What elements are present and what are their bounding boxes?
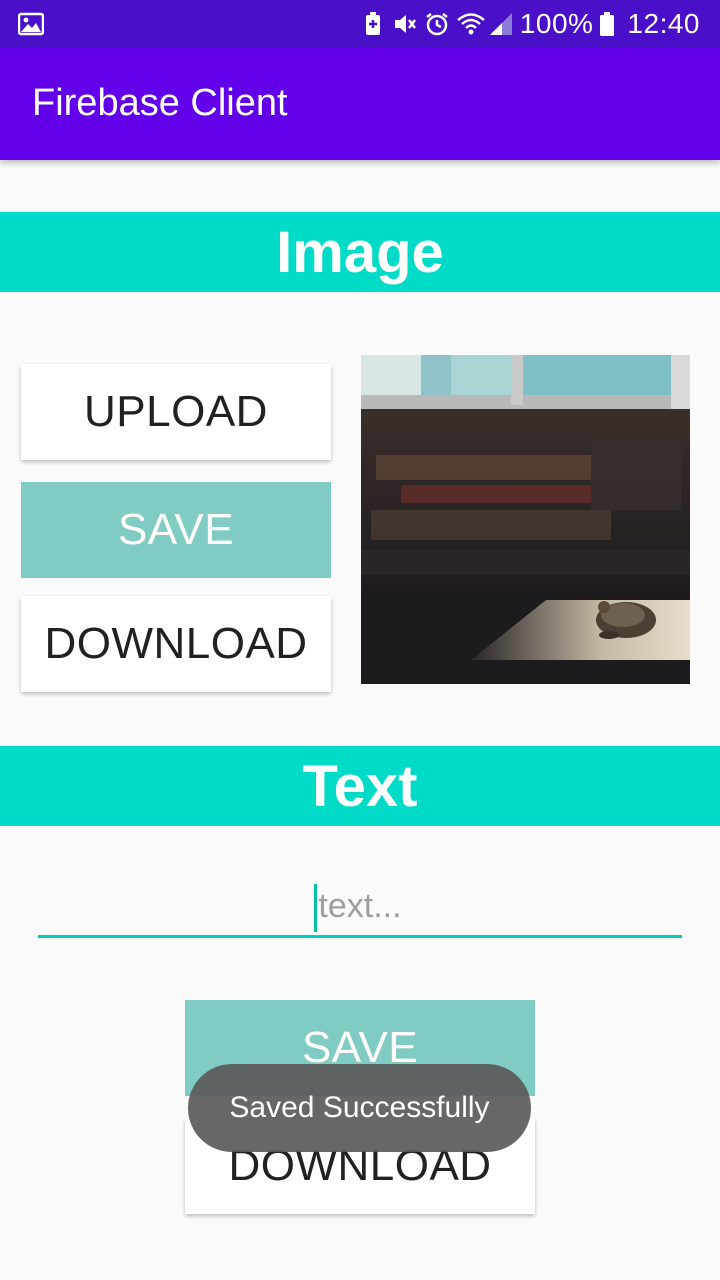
status-bar: 100% 12:40 xyxy=(0,0,720,48)
text-input[interactable] xyxy=(38,878,682,938)
app-bar: Firebase Client xyxy=(0,48,720,160)
uploaded-image-preview xyxy=(361,355,690,684)
app-title: Firebase Client xyxy=(32,82,288,124)
status-icons: 100% 12:40 xyxy=(360,0,700,48)
download-image-button[interactable]: DOWNLOAD xyxy=(21,596,331,692)
text-cursor xyxy=(314,884,317,932)
battery-icon xyxy=(599,11,615,37)
battery-percentage: 100% xyxy=(519,8,594,39)
wifi-icon xyxy=(456,11,485,37)
mute-icon xyxy=(392,11,418,37)
text-section-header: Text xyxy=(0,746,720,826)
signal-icon xyxy=(488,11,514,37)
image-section-header: Image xyxy=(0,212,720,292)
toast-message: Saved Successfully xyxy=(188,1064,531,1152)
gallery-icon xyxy=(17,12,45,36)
battery-saver-icon xyxy=(360,11,386,37)
alarm-icon xyxy=(424,11,450,37)
save-image-button[interactable]: SAVE xyxy=(21,482,331,578)
upload-image-button[interactable]: UPLOAD xyxy=(21,364,331,460)
clock: 12:40 xyxy=(627,8,700,39)
